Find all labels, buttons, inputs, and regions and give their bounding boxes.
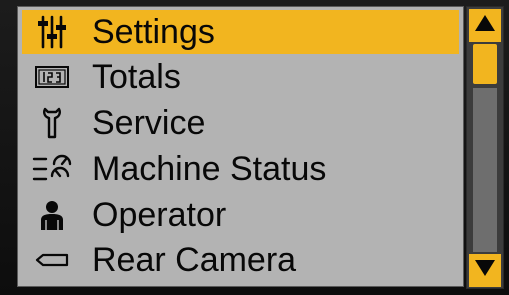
wrench-icon [28, 101, 76, 145]
main-menu: Settings Totals Service Machine Status O… [17, 6, 464, 287]
menu-item-totals[interactable]: Totals [22, 55, 459, 99]
menu-item-label: Service [92, 104, 206, 142]
menu-item-label: Settings [92, 13, 215, 51]
menu-item-rear-camera[interactable]: Rear Camera [22, 238, 459, 282]
counter-icon [28, 55, 76, 99]
scroll-track[interactable] [473, 88, 497, 252]
scroll-thumb[interactable] [473, 44, 497, 84]
scroll-down-button[interactable] [469, 254, 501, 287]
arrow-down-icon [473, 258, 497, 283]
scrollbar[interactable] [466, 6, 504, 289]
menu-item-operator[interactable]: Operator [22, 193, 459, 237]
menu-item-machine-status[interactable]: Machine Status [22, 147, 459, 191]
camera-icon [28, 238, 76, 282]
scroll-up-button[interactable] [469, 9, 501, 42]
menu-item-service[interactable]: Service [22, 101, 459, 145]
menu-item-label: Operator [92, 196, 227, 234]
operator-icon [28, 193, 76, 237]
arrow-up-icon [473, 13, 497, 38]
menu-item-label: Machine Status [92, 150, 327, 188]
menu-item-label: Totals [92, 58, 181, 96]
machine-status-icon [28, 147, 76, 191]
menu-item-label: Rear Camera [92, 241, 297, 279]
menu-item-settings[interactable]: Settings [22, 10, 459, 54]
settings-icon [28, 10, 76, 54]
